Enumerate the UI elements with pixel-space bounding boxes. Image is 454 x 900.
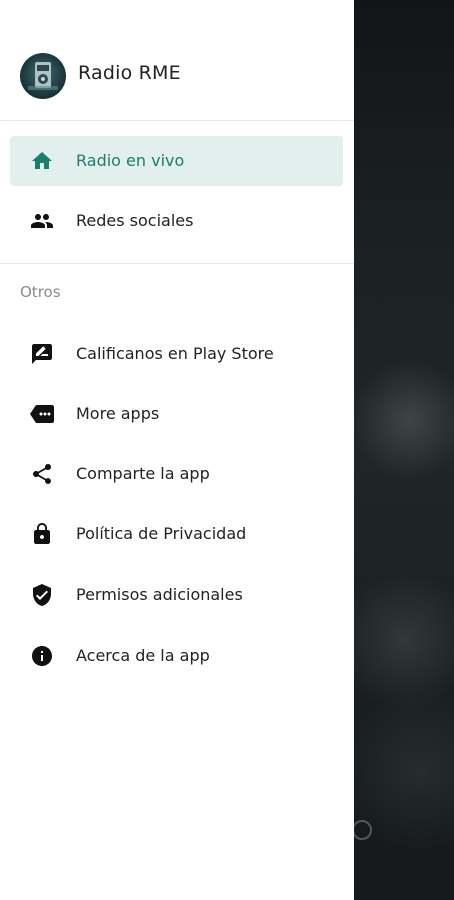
nav-item-redes-sociales[interactable]: Redes sociales [10, 196, 343, 246]
nav-item-label: Acerca de la app [76, 646, 210, 665]
nav-item-permisos-adicionales[interactable]: Permisos adicionales [10, 570, 343, 620]
background-circle-icon [352, 820, 372, 840]
app-logo-avatar [20, 53, 66, 99]
people-icon [30, 209, 54, 233]
section-divider [0, 263, 354, 264]
rate-review-icon [30, 342, 54, 366]
nav-item-label: Radio en vivo [76, 151, 185, 170]
app-title: Radio RME [78, 62, 181, 84]
nav-item-acerca-de[interactable]: Acerca de la app [10, 631, 343, 681]
nav-item-calificanos[interactable]: Calificanos en Play Store [10, 329, 343, 379]
nav-item-label: Calificanos en Play Store [76, 344, 274, 363]
section-label-otros: Otros [20, 283, 61, 301]
shield-check-icon [30, 583, 54, 607]
home-icon [30, 149, 54, 173]
nav-item-more-apps[interactable]: More apps [10, 389, 343, 439]
nav-item-label: More apps [76, 404, 160, 423]
more-apps-icon [30, 402, 54, 426]
lock-icon [30, 522, 54, 546]
nav-item-label: Redes sociales [76, 211, 194, 230]
navigation-drawer: Radio RME Radio en vivo Redes sociales O… [0, 0, 354, 900]
nav-item-radio-en-vivo[interactable]: Radio en vivo [10, 136, 343, 186]
nav-item-politica-privacidad[interactable]: Política de Privacidad [10, 509, 343, 559]
nav-item-label: Permisos adicionales [76, 585, 243, 604]
nav-item-label: Política de Privacidad [76, 524, 247, 543]
nav-item-comparte[interactable]: Comparte la app [10, 449, 343, 499]
share-icon [30, 462, 54, 486]
info-icon [30, 644, 54, 668]
drawer-header: Radio RME [0, 0, 354, 121]
nav-item-label: Comparte la app [76, 464, 210, 483]
